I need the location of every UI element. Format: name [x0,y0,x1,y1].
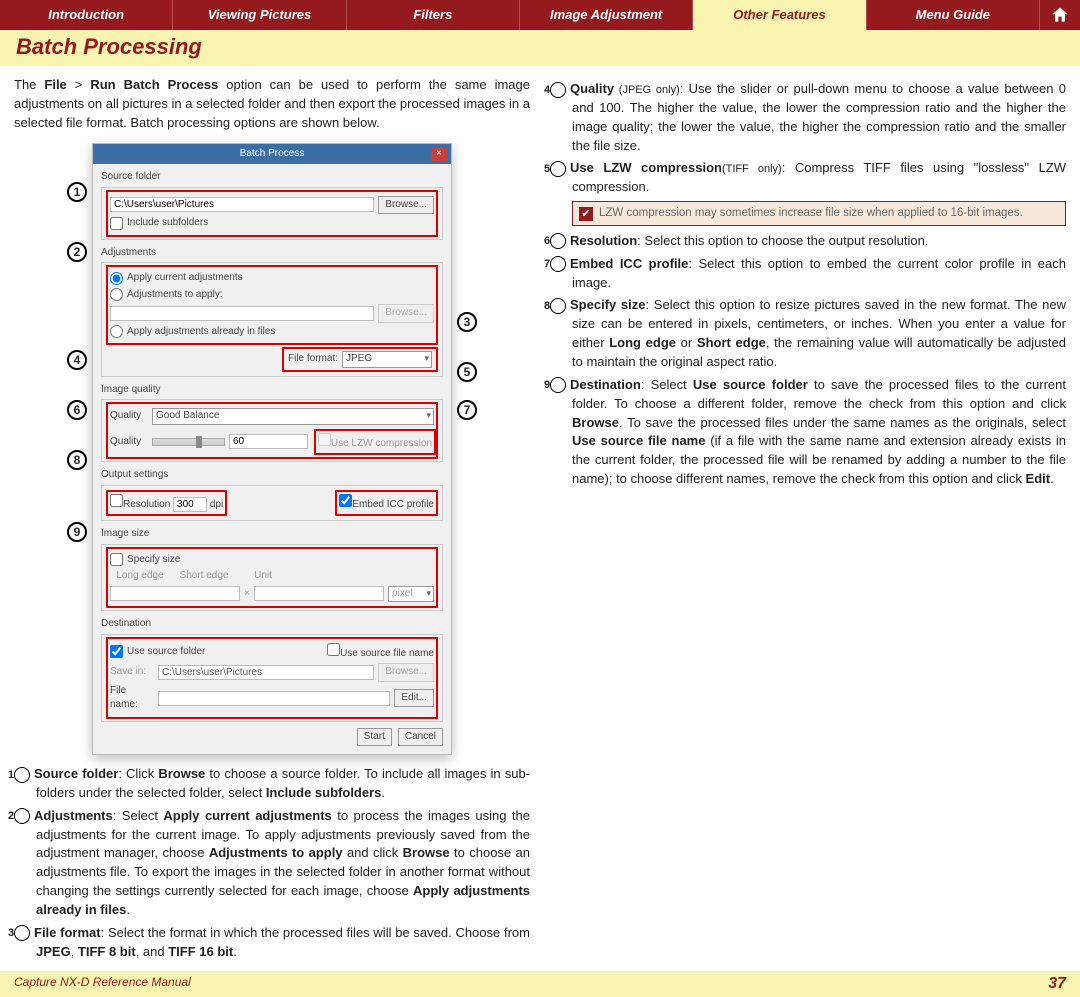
callout-2: 2 [67,242,87,262]
page-title: Batch Processing [16,34,1064,60]
home-icon[interactable] [1040,0,1080,30]
filename-input[interactable] [158,691,390,706]
item-2: 2Adjustments: Select Apply current adjus… [14,807,530,920]
quality-slider[interactable] [152,438,225,446]
quality-num-input[interactable] [229,434,308,449]
specify-size-checkbox[interactable] [110,553,123,566]
save-browse-button: Browse... [378,663,434,682]
start-button[interactable]: Start [357,728,392,747]
apply-already-radio[interactable] [110,325,123,338]
callout-7: 7 [457,400,477,420]
check-icon: ✔ [579,207,593,221]
image-quality-label: Image quality [101,383,443,398]
use-source-name-checkbox[interactable] [327,643,340,656]
resolution-checkbox[interactable] [110,494,123,507]
nav-viewing[interactable]: Viewing Pictures [173,0,346,30]
save-in-input [158,665,374,680]
dialog-title: Batch Process × [93,144,451,165]
source-path-input[interactable] [110,197,374,212]
include-subfolders-checkbox[interactable] [110,217,123,230]
nav-image-adjustment[interactable]: Image Adjustment [520,0,693,30]
embed-icc-checkbox[interactable] [339,494,352,507]
edit-button[interactable]: Edit... [394,689,434,708]
destination-label: Destination [101,617,443,632]
use-source-folder-checkbox[interactable] [110,645,123,658]
browse-adj-button: Browse... [378,304,434,323]
item-4: 4Quality (JPEG only): Use the slider or … [550,80,1066,155]
left-column: The File > Run Batch Process option can … [14,76,530,965]
cancel-button[interactable]: Cancel [398,728,443,747]
nav-introduction[interactable]: Introduction [0,0,173,30]
batch-dialog: Batch Process × Source folder Browse... … [92,143,452,756]
item-3: 3File format: Select the format in which… [14,924,530,962]
unit-select: pixel [388,586,434,603]
callout-5: 5 [457,362,477,382]
nav-other-features[interactable]: Other Features [693,0,866,30]
file-format-select[interactable]: JPEG [342,351,432,368]
callout-1: 1 [67,182,87,202]
callout-9: 9 [67,522,87,542]
top-nav: Introduction Viewing Pictures Filters Im… [0,0,1080,30]
resolution-input[interactable] [173,497,207,512]
callout-6: 6 [67,400,87,420]
image-size-label: Image size [101,527,443,542]
item-5: 5Use LZW compression(TIFF only): Compres… [550,159,1066,197]
adj-to-apply-radio[interactable] [110,288,123,301]
output-label: Output settings [101,468,443,483]
item-8: 8Specify size: Select this option to res… [550,296,1066,371]
adjustments-label: Adjustments [101,246,443,261]
right-column: 4Quality (JPEG only): Use the slider or … [550,76,1066,965]
callout-4: 4 [67,350,87,370]
footer: Capture NX-D Reference Manual 37 [0,971,1080,997]
page-number: 37 [1048,975,1066,993]
item-9: 9Destination: Select Use source folder t… [550,376,1066,489]
title-bar: Batch Processing [0,30,1080,66]
apply-current-radio[interactable] [110,272,123,285]
quality-select[interactable]: Good Balance [152,408,434,425]
source-folder-label: Source folder [101,170,443,185]
footer-title: Capture NX-D Reference Manual [14,975,191,993]
nav-menu-guide[interactable]: Menu Guide [867,0,1040,30]
adj-file-input [110,306,374,321]
callout-3: 3 [457,312,477,332]
callout-8: 8 [67,450,87,470]
tip-lzw: ✔LZW compression may sometimes increase … [572,201,1066,226]
item-6: 6Resolution: Select this option to choos… [550,232,1066,251]
item-7: 7Embed ICC profile: Select this option t… [550,255,1066,293]
browse-button[interactable]: Browse... [378,196,434,215]
intro-text: The File > Run Batch Process option can … [14,76,530,133]
item-1: 1Source folder: Click Browse to choose a… [14,765,530,803]
close-icon[interactable]: × [431,147,447,161]
lzw-checkbox [318,433,331,446]
nav-filters[interactable]: Filters [347,0,520,30]
